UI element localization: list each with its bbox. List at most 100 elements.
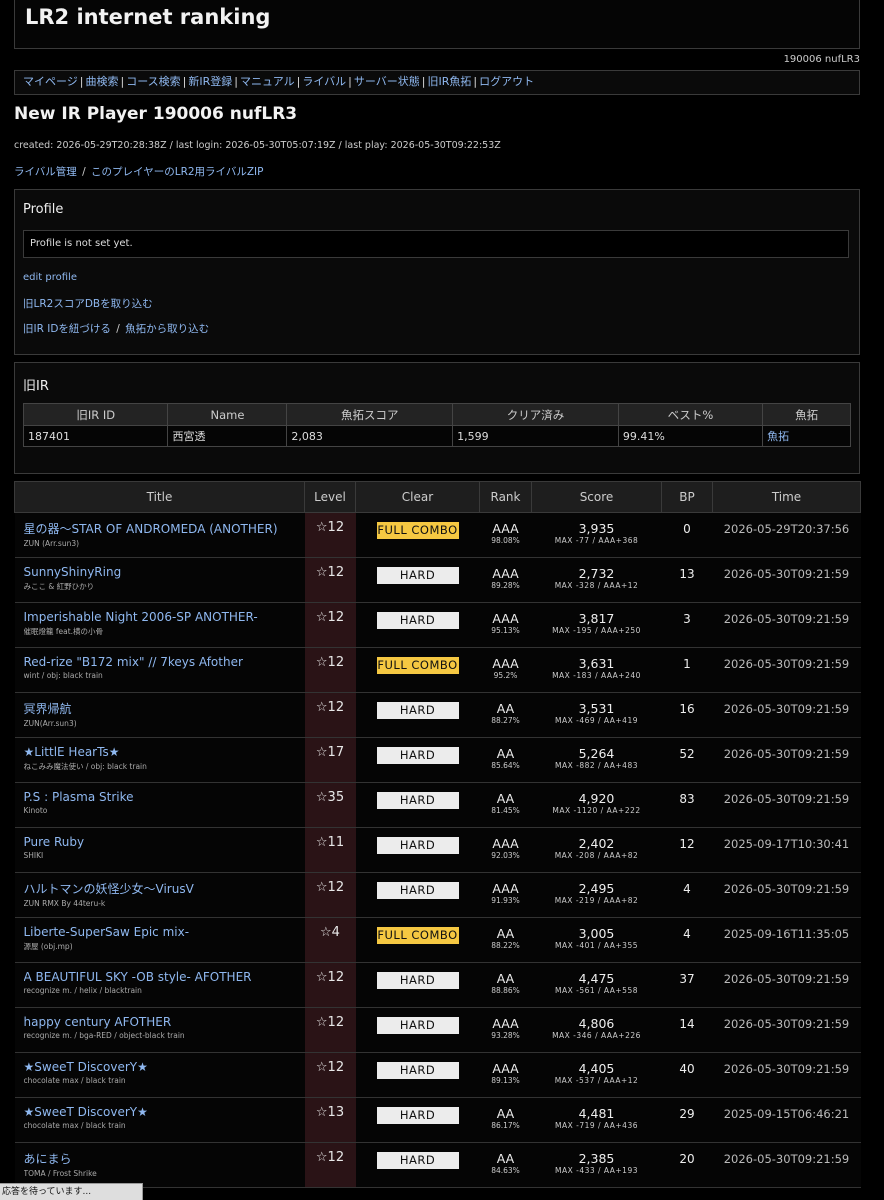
- import-old-db-link[interactable]: 旧LR2スコアDBを取り込む: [23, 296, 153, 311]
- song-title-link[interactable]: 星の器～STAR OF ANDROMEDA (ANOTHER): [24, 520, 305, 537]
- link-old-ir-id-link[interactable]: 旧IR IDを紐づける: [23, 323, 111, 335]
- clear-cell: HARD: [355, 1142, 480, 1188]
- table-row: Pure Ruby SHIKI ☆11 HARD AAA 92.03% 2,402 MAX -…: [14, 827, 861, 873]
- nav-link[interactable]: ログアウト: [479, 75, 534, 88]
- bp-value: 14: [679, 1017, 695, 1031]
- song-title-link[interactable]: A BEAUTIFUL SKY -OB style- AFOTHER: [24, 970, 305, 984]
- import-gyotaku-link[interactable]: 魚拓から取り込む: [125, 323, 209, 335]
- song-title-link[interactable]: ★LittlE HearTs★: [24, 745, 305, 759]
- level-value: ☆12: [315, 1060, 345, 1075]
- score-cell: 3,817 MAX -195 / AAA+250: [531, 602, 662, 648]
- play-time: 2026-05-30T09:21:59: [723, 792, 850, 806]
- song-title-link[interactable]: P.S : Plasma Strike: [24, 790, 305, 804]
- column-header[interactable]: BP: [661, 481, 713, 513]
- score-diff: MAX -195 / AAA+250: [552, 626, 641, 635]
- song-title-link[interactable]: 冥界帰航: [24, 700, 305, 717]
- table-cell: 魚拓: [762, 425, 851, 447]
- song-title-link[interactable]: ★SweeT DiscoverY★: [24, 1060, 305, 1074]
- rank-cell: AA 86.17%: [479, 1097, 532, 1143]
- column-header[interactable]: Rank: [479, 481, 532, 513]
- song-cell: ハルトマンの妖怪少女～VirusV ZUN RMX By 44teru-k: [14, 872, 305, 918]
- song-title-link[interactable]: ★SweeT DiscoverY★: [24, 1105, 305, 1119]
- song-artist: ZUN (Arr.sun3): [23, 539, 80, 548]
- ex-score: 4,475: [578, 971, 615, 986]
- time-cell: 2026-05-30T09:21:59: [712, 557, 861, 603]
- column-header[interactable]: Clear: [355, 481, 480, 513]
- bp-value: 4: [683, 882, 691, 896]
- level-cell: ☆12: [304, 1142, 356, 1188]
- time-cell: 2026-05-30T09:21:59: [712, 962, 861, 1008]
- clear-cell: HARD: [355, 1007, 480, 1053]
- edit-profile-link[interactable]: edit profile: [23, 272, 77, 283]
- clear-lamp-badge: HARD: [376, 882, 459, 899]
- column-header[interactable]: Title: [14, 481, 305, 513]
- clear-cell: HARD: [355, 962, 480, 1008]
- gyotaku-link[interactable]: 魚拓: [767, 430, 789, 443]
- page-title: New IR Player 190006 nufLR3: [14, 104, 298, 124]
- clear-lamp-badge: HARD: [376, 1062, 459, 1079]
- song-title-link[interactable]: happy century AFOTHER: [24, 1015, 305, 1029]
- clear-lamp-badge: HARD: [376, 792, 459, 809]
- clear-lamp-badge: HARD: [376, 837, 459, 854]
- level-value: ☆17: [315, 745, 345, 760]
- nav-link[interactable]: 曲検索: [86, 75, 119, 88]
- song-title-link[interactable]: Imperishable Night 2006-SP ANOTHER-: [24, 610, 305, 624]
- nav-link[interactable]: コース検索: [126, 75, 180, 88]
- song-cell: Red-rize "B172 mix" // 7keys Afother wint…: [14, 647, 305, 693]
- link-separator: /: [82, 166, 86, 178]
- time-cell: 2026-05-29T20:37:56: [712, 512, 861, 558]
- rank-percent: 84.63%: [491, 1166, 520, 1175]
- clear-lamp-badge: HARD: [376, 1107, 459, 1124]
- rival-links: ライバル管理 / このプレイヤーのLR2用ライバルZIP: [14, 164, 263, 179]
- bp-cell: 0: [661, 512, 713, 558]
- bp-value: 40: [679, 1062, 695, 1076]
- song-title-link[interactable]: Pure Ruby: [24, 835, 305, 849]
- time-cell: 2026-05-30T09:21:59: [712, 602, 861, 648]
- score-cell: 4,806 MAX -346 / AAA+226: [531, 1007, 662, 1053]
- column-header[interactable]: Level: [304, 481, 356, 513]
- nav-link[interactable]: 旧IR魚拓: [428, 75, 472, 88]
- rival-manage-link[interactable]: ライバル管理: [14, 166, 77, 178]
- nav-link[interactable]: 新IR登録: [188, 75, 232, 88]
- rank-grade: AA: [496, 1151, 515, 1166]
- score-cell: 3,631 MAX -183 / AAA+240: [531, 647, 662, 693]
- rank-cell: AA 88.27%: [479, 692, 532, 738]
- bp-cell: 4: [661, 872, 713, 918]
- bp-cell: 40: [661, 1052, 713, 1098]
- nav-link[interactable]: マイページ: [23, 75, 78, 88]
- score-diff: MAX -401 / AA+355: [554, 941, 638, 950]
- song-artist: chocolate max / black train: [23, 1076, 126, 1085]
- rank-grade: AAA: [492, 1016, 519, 1031]
- song-artist: 源屋 (obj.mp): [23, 942, 73, 951]
- bp-cell: 13: [661, 557, 713, 603]
- song-artist: wint / obj: black train: [23, 671, 103, 680]
- column-header: 魚拓スコア: [286, 403, 454, 426]
- song-title-link[interactable]: あにまら: [24, 1150, 305, 1167]
- rank-percent: 86.17%: [491, 1121, 520, 1130]
- table-row: ★SweeT DiscoverY★ chocolate max / black t…: [14, 1052, 861, 1098]
- nav-link[interactable]: サーバー状態: [354, 75, 420, 88]
- song-title-link[interactable]: ハルトマンの妖怪少女～VirusV: [24, 880, 305, 897]
- nav-link[interactable]: マニュアル: [240, 75, 295, 88]
- rank-percent: 93.28%: [491, 1031, 520, 1040]
- song-cell: あにまら TOMA / Frost Shrike: [14, 1142, 305, 1188]
- rank-grade: AA: [496, 701, 515, 716]
- song-title-link[interactable]: SunnyShinyRing: [24, 565, 305, 579]
- rival-zip-link[interactable]: このプレイヤーのLR2用ライバルZIP: [91, 166, 263, 178]
- table-cell: 2,083: [286, 425, 454, 447]
- bp-value: 52: [679, 747, 695, 761]
- nav-separator: |: [348, 75, 352, 88]
- clear-lamp-badge: FULL COMBO: [376, 657, 459, 674]
- time-cell: 2026-05-30T09:21:59: [712, 1052, 861, 1098]
- rank-grade: AA: [496, 1106, 515, 1121]
- column-header: ベスト%: [617, 403, 764, 426]
- rank-percent: 88.22%: [491, 941, 520, 950]
- column-header[interactable]: Score: [531, 481, 662, 513]
- song-title-link[interactable]: Red-rize "B172 mix" // 7keys Afother: [24, 655, 305, 669]
- clear-lamp-badge: FULL COMBO: [376, 522, 459, 539]
- time-cell: 2026-05-30T09:21:59: [712, 782, 861, 828]
- column-header[interactable]: Time: [712, 481, 861, 513]
- nav-link[interactable]: ライバル: [302, 75, 346, 88]
- song-title-link[interactable]: Liberte-SuperSaw Epic mix-: [24, 925, 305, 939]
- column-header: 旧IR ID: [22, 403, 169, 426]
